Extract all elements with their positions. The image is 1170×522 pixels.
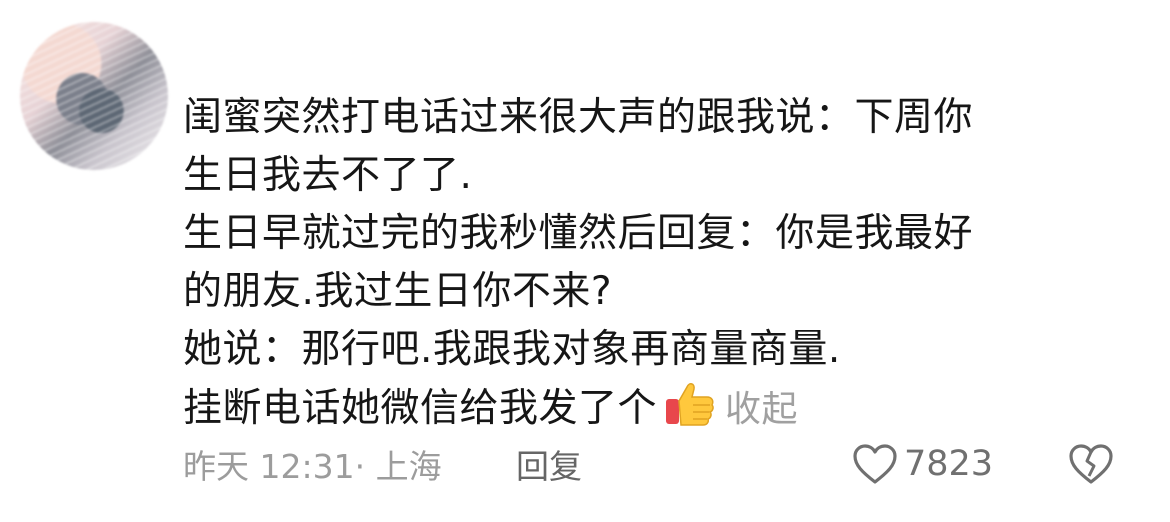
heart-outline-icon[interactable] xyxy=(852,443,898,485)
more-options-icon[interactable] xyxy=(1028,0,1158,4)
collapse-button[interactable]: 收起 xyxy=(725,381,798,439)
broken-heart-outline-icon[interactable] xyxy=(1068,443,1114,485)
comment-line: 生日我去不了了. xyxy=(183,153,473,198)
comment-line-text: 挂断电话她微信给我发了个 xyxy=(183,386,658,431)
comment-line: 她说：那行吧.我跟我对象再商量商量. xyxy=(183,327,841,372)
comment-line: 生日早就过完的我秒懂然后回复：你是我最好 xyxy=(183,211,974,256)
like-count: 7823 xyxy=(904,444,994,484)
like-button[interactable]: 7823 xyxy=(852,443,993,485)
thumbs-up-icon xyxy=(666,383,714,426)
reply-button[interactable]: 回复 xyxy=(516,440,582,488)
comment-body: 闺蜜突然打电话过来很大声的跟我说：下周你 生日我去不了了. 生日早就过完的我秒懂… xyxy=(183,89,1143,439)
timestamp-location: 昨天 12:31· 上海 xyxy=(183,447,442,486)
avatar[interactable] xyxy=(20,22,168,170)
comment-line: 闺蜜突然打电话过来很大声的跟我说：下周你 xyxy=(183,95,974,140)
comment-line: 的朋友.我过生日你不来? xyxy=(183,269,613,314)
comment-line-last: 挂断电话她微信给我发了个 收起 xyxy=(183,379,1143,439)
dislike-button[interactable] xyxy=(1068,443,1114,489)
